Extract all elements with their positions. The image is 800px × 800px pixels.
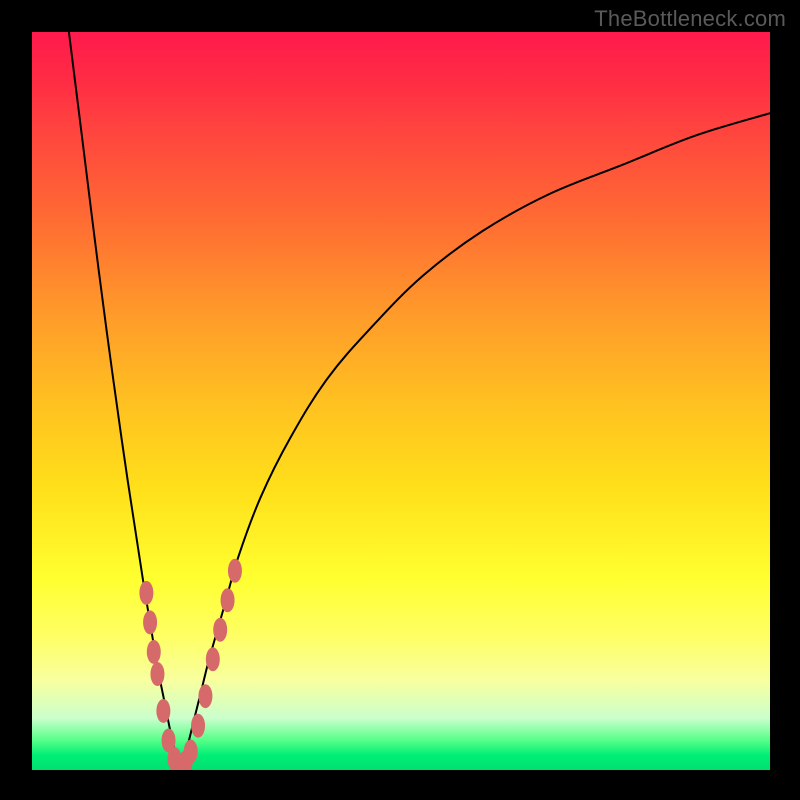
data-marker bbox=[221, 588, 235, 612]
chart-frame: TheBottleneck.com bbox=[0, 0, 800, 800]
data-marker bbox=[150, 662, 164, 686]
data-marker bbox=[213, 618, 227, 642]
data-marker bbox=[147, 640, 161, 664]
data-marker bbox=[139, 581, 153, 605]
data-marker bbox=[191, 714, 205, 738]
data-marker bbox=[198, 684, 212, 708]
data-marker bbox=[143, 610, 157, 634]
curve-left-branch bbox=[69, 32, 180, 770]
curve-right-branch bbox=[180, 113, 770, 770]
curve-layer bbox=[32, 32, 770, 770]
data-marker bbox=[228, 559, 242, 583]
watermark-text: TheBottleneck.com bbox=[594, 6, 786, 32]
data-marker bbox=[206, 647, 220, 671]
data-marker bbox=[156, 699, 170, 723]
data-marker bbox=[184, 740, 198, 764]
plot-area bbox=[32, 32, 770, 770]
